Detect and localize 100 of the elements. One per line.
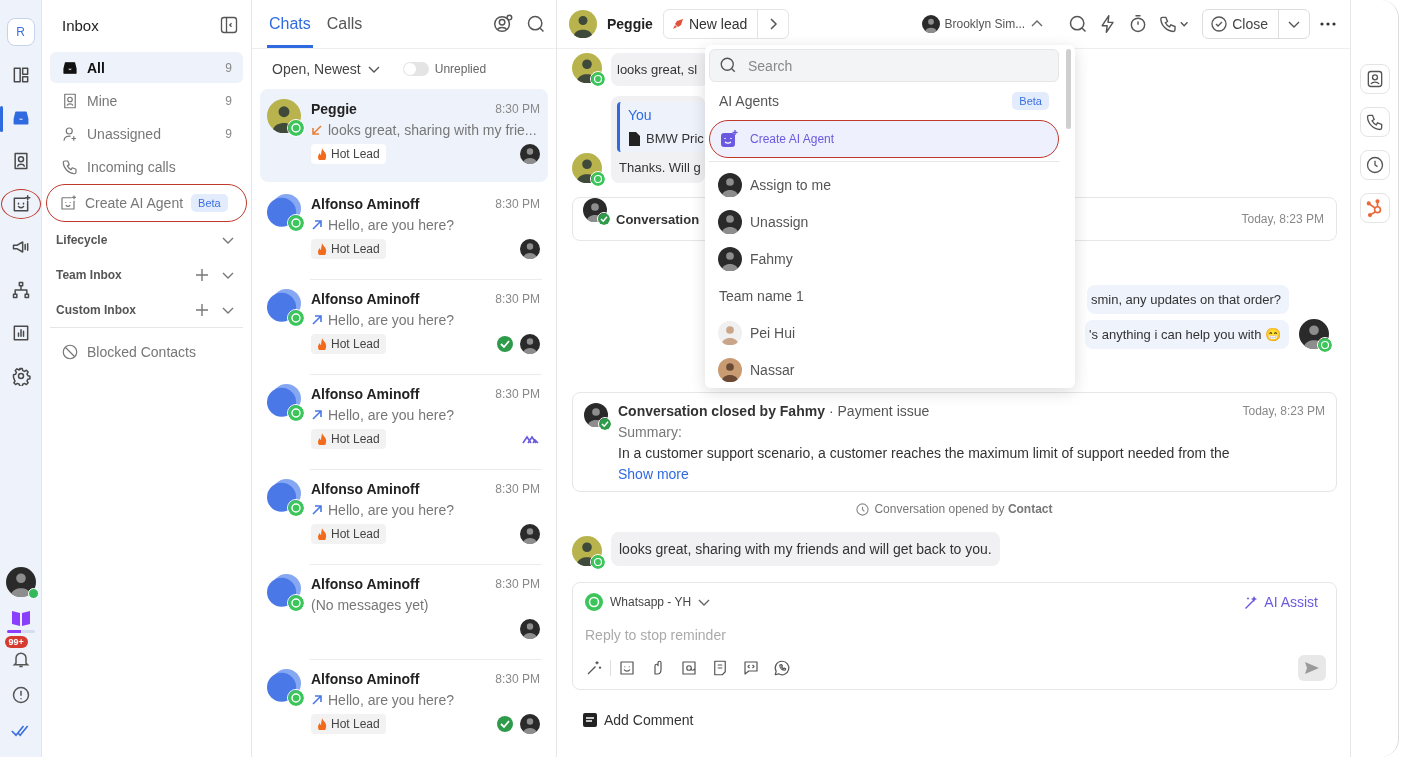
sidebar-title: Inbox — [62, 16, 99, 34]
contact-avatar — [572, 53, 602, 83]
sidebar-item[interactable]: Mine 9 — [50, 85, 243, 116]
message-preview: Hello, are you here? — [328, 692, 455, 708]
toggle-switch[interactable] — [402, 62, 429, 76]
rocket-icon — [671, 18, 684, 30]
message-preview: Hello, are you here? — [328, 217, 455, 233]
search-field[interactable]: Search — [709, 49, 1059, 82]
create-ai-agent-item[interactable]: Create AI Agent — [709, 120, 1059, 158]
tab[interactable]: Calls — [324, 0, 365, 48]
note-icon[interactable] — [711, 659, 729, 677]
quote-text: BMW Pric — [646, 131, 704, 146]
side-panel-button[interactable] — [1359, 64, 1390, 94]
blocked-icon — [61, 342, 79, 361]
sidebar-item[interactable]: All 9 — [50, 52, 243, 83]
search-icon[interactable] — [1068, 14, 1089, 34]
tag: Hot Lead — [311, 239, 386, 259]
sort-dropdown[interactable]: Open, Newest — [272, 61, 381, 77]
assignee-avatar — [921, 15, 940, 33]
reply-input[interactable]: Reply to stop reminder — [585, 627, 1318, 643]
double-check-icon[interactable] — [10, 723, 31, 739]
contact-name: Alfonso Aminoff — [311, 196, 420, 212]
outgoing-arrow-icon — [311, 694, 323, 706]
chat-item[interactable]: Alfonso Aminoff 8:30 PM Hello, are you here? Hot Lead — [260, 374, 548, 469]
event-topic: · Payment issue — [828, 403, 930, 419]
menu-item[interactable]: Unassign — [750, 213, 809, 230]
chat-item[interactable]: Alfonso Aminoff 8:30 PM Hello, are you here? Hot Lead — [260, 184, 548, 279]
ai-assist-button[interactable]: AI Assist — [1244, 594, 1318, 610]
beta-badge: Beta — [191, 194, 228, 212]
section-header[interactable]: Custom Inbox — [56, 302, 183, 317]
tag: Hot Lead — [311, 334, 386, 354]
chat-time: 8:30 PM — [495, 197, 540, 211]
menu-item[interactable]: Pei Hui — [750, 324, 796, 341]
item-count: 9 — [225, 60, 232, 75]
fire-icon — [317, 528, 327, 540]
help-icon[interactable] — [10, 685, 31, 705]
user-avatar[interactable] — [5, 567, 36, 597]
side-panel-button[interactable] — [1359, 193, 1390, 223]
tab[interactable]: Chats — [267, 0, 313, 48]
message-preview: Hello, are you here? — [328, 407, 455, 423]
contact-name: Alfonso Aminoff — [311, 481, 420, 497]
whatsapp-icon — [590, 171, 606, 187]
chat-item[interactable]: Alfonso Aminoff 8:30 PM (No messages yet) — [260, 564, 548, 659]
progress-bar — [6, 630, 35, 633]
show-more-link[interactable]: Show more — [618, 466, 689, 482]
menu-item[interactable]: Fahmy — [750, 250, 793, 267]
code-icon[interactable] — [742, 659, 760, 677]
sidebar-item-label: Incoming calls — [87, 158, 176, 175]
magic-wand-icon[interactable] — [585, 659, 603, 677]
chat-time: 8:30 PM — [495, 577, 540, 591]
chat-item[interactable]: Peggie 8:30 PM looks great, sharing with my frie... Hot Lead — [260, 89, 548, 182]
channel-dropdown[interactable]: Whatsapp - YH — [610, 595, 712, 609]
bot-icon — [59, 194, 77, 212]
bot-icon — [720, 130, 738, 148]
assignee-dropdown[interactable]: Brooklyn Sim... — [921, 15, 1045, 33]
workspace-logo[interactable]: R — [6, 18, 35, 46]
blocked-contacts-item[interactable]: Blocked Contacts — [50, 336, 243, 367]
chat-item[interactable]: Alfonso Aminoff 8:30 PM Hello, are you here? Hot Lead — [260, 659, 548, 754]
user-icon — [61, 91, 79, 110]
message-preview: Hello, are you here? — [328, 502, 455, 518]
notification-badge: 99+ — [4, 636, 28, 648]
add-icon[interactable] — [195, 302, 209, 317]
whatsapp-icon[interactable] — [773, 659, 791, 677]
fire-icon — [317, 338, 327, 350]
message-bubble: smin, any updates on that order? — [1086, 285, 1289, 314]
whatsapp-icon — [287, 594, 305, 612]
emoji-icon[interactable] — [618, 659, 636, 677]
summary-label: Summary: — [618, 424, 683, 440]
menu-item[interactable]: Nassar — [750, 361, 795, 378]
item-count: 9 — [225, 126, 232, 141]
section-header[interactable]: Lifecycle — [56, 232, 209, 247]
contact-name: Alfonso Aminoff — [311, 671, 420, 687]
add-comment-button[interactable]: Add Comment — [583, 712, 694, 728]
chat-item[interactable]: Alfonso Aminoff 8:30 PM Hello, are you here? Hot Lead — [260, 279, 548, 374]
chat-item[interactable]: Alfonso Aminoff 8:30 PM Hello, are you here? Hot Lead — [260, 469, 548, 564]
sidebar-item-label: Unassigned — [87, 125, 161, 142]
send-button[interactable] — [1298, 655, 1326, 681]
message-bubble: looks great, sharing with my friends and will get back to you. — [611, 532, 1000, 566]
scrollbar[interactable] — [1066, 49, 1071, 129]
chat-time: 8:30 PM — [495, 387, 540, 401]
sidebar-item[interactable]: Incoming calls — [50, 151, 243, 182]
whatsapp-icon — [585, 593, 603, 611]
hierarchy-icon — [10, 280, 31, 300]
book-icon[interactable] — [10, 609, 31, 627]
more-icon[interactable] — [1320, 21, 1336, 27]
quote-author: You — [628, 107, 653, 123]
side-panel-button[interactable] — [1359, 107, 1390, 137]
menu-item[interactable]: Assign to me — [750, 176, 831, 193]
contact-name: Peggie — [311, 101, 357, 117]
collapse-sidebar-icon[interactable] — [219, 15, 239, 35]
phone-icon — [61, 157, 79, 176]
side-panel-button[interactable] — [1359, 150, 1390, 180]
add-icon[interactable] — [195, 267, 209, 282]
message-bubble: 's anything i can help you with 😁 — [1085, 320, 1289, 349]
search-icon[interactable] — [526, 14, 546, 34]
sidebar-item[interactable]: Unassigned 9 — [50, 118, 243, 149]
user-settings-icon[interactable] — [492, 13, 514, 35]
whatsapp-icon — [287, 214, 305, 232]
section-header[interactable]: Team Inbox — [56, 267, 183, 282]
team-header: Team name 1 — [718, 286, 805, 306]
